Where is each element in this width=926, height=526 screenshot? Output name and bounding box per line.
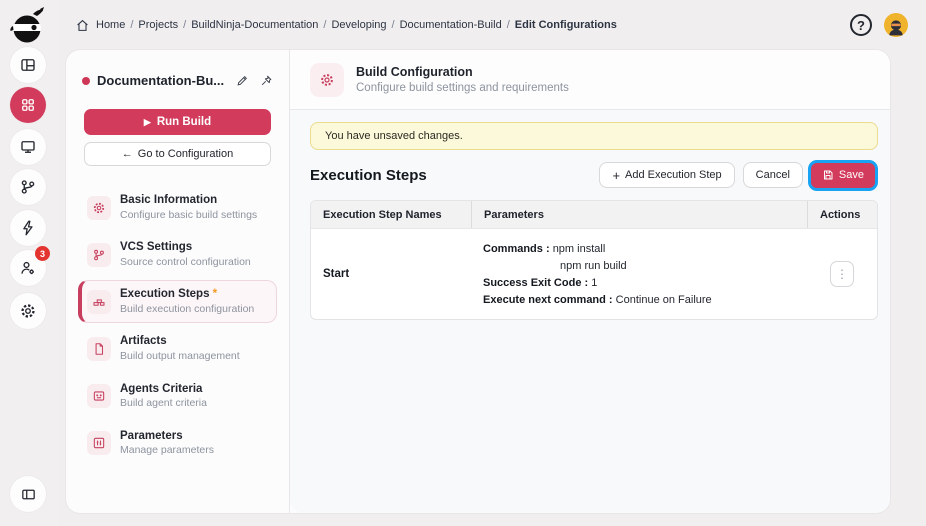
user-avatar[interactable] (884, 13, 908, 37)
git-branch-icon (87, 243, 111, 267)
main-body: You have unsaved changes. Execution Step… (290, 110, 890, 513)
save-button[interactable]: Save (811, 163, 875, 188)
param-commands-continued: npm run build (483, 258, 795, 275)
breadcrumb: Home / Projects / BuildNinja-Documentati… (76, 19, 617, 32)
left-arrow-icon: ← (122, 148, 133, 160)
nav-item-artifacts[interactable]: Artifacts Build output management (78, 327, 277, 370)
nav-subtitle: Build agent criteria (120, 397, 207, 411)
topbar-actions: ? (850, 13, 908, 37)
build-sidebar: Documentation-Bu... ▶ Run Build ← Go to … (66, 50, 290, 513)
breadcrumb-separator: / (323, 19, 326, 31)
home-icon (76, 19, 89, 32)
config-nav: Basic Information Configure basic build … (78, 186, 277, 465)
projects-grid-icon[interactable] (10, 87, 46, 123)
table-row: Start Commands : npm install npm run bui… (311, 228, 877, 319)
kebab-menu-button[interactable]: ⋮ (830, 261, 854, 287)
step-parameters: Commands : npm install npm run build Suc… (471, 229, 807, 319)
gear-icon (310, 63, 344, 97)
required-marker: * (213, 288, 217, 300)
build-configuration-header: Build Configuration Configure build sett… (290, 50, 890, 110)
nav-item-basic-information[interactable]: Basic Information Configure basic build … (78, 186, 277, 229)
actions-lightning-icon[interactable] (10, 210, 46, 246)
execution-steps-section-header: Execution Steps + Add Execution Step Can… (310, 162, 878, 188)
param-commands: Commands : npm install (483, 241, 795, 258)
project-header: Documentation-Bu... (78, 64, 277, 93)
breadcrumb-separator: / (183, 19, 186, 31)
column-parameters: Parameters (471, 201, 807, 228)
steps-icon (87, 290, 111, 314)
nav-subtitle: Build output management (120, 350, 240, 364)
nav-item-parameters[interactable]: Parameters Manage parameters (78, 422, 277, 465)
param-execute-next-command: Execute next command : Continue on Failu… (483, 292, 795, 309)
run-build-button[interactable]: ▶ Run Build (84, 109, 271, 135)
breadcrumb-separator: / (507, 19, 510, 31)
column-actions: Actions (807, 201, 877, 228)
add-execution-step-label: Add Execution Step (625, 169, 722, 181)
nav-subtitle: Source control configuration (120, 256, 251, 270)
page-title: Build Configuration (356, 65, 569, 79)
nav-title: Artifacts (120, 334, 240, 350)
nav-title: Parameters (120, 429, 214, 445)
plus-icon: + (612, 169, 620, 182)
breadcrumb-separator: / (392, 19, 395, 31)
nav-subtitle: Manage parameters (120, 444, 214, 458)
breadcrumb-home[interactable]: Home (96, 19, 125, 31)
agents-monitor-icon[interactable] (10, 129, 46, 165)
param-success-exit-code: Success Exit Code : 1 (483, 275, 795, 292)
notification-badge: 3 (35, 246, 50, 261)
dashboard-icon[interactable] (10, 47, 46, 83)
vcs-branch-icon[interactable] (10, 169, 46, 205)
save-icon (822, 169, 834, 181)
agent-face-icon (87, 384, 111, 408)
nav-subtitle: Build execution configuration (120, 303, 254, 317)
project-name: Documentation-Bu... (97, 73, 227, 88)
breadcrumb-build[interactable]: Documentation-Build (400, 19, 502, 31)
sliders-icon (87, 431, 111, 455)
users-settings-icon[interactable]: 3 (10, 250, 46, 286)
add-execution-step-button[interactable]: + Add Execution Step (599, 162, 734, 188)
content-sheet: Documentation-Bu... ▶ Run Build ← Go to … (66, 50, 890, 513)
help-icon[interactable]: ? (850, 14, 872, 36)
nav-title: Agents Criteria (120, 382, 207, 398)
nav-item-agents-criteria[interactable]: Agents Criteria Build agent criteria (78, 375, 277, 418)
top-bar: Home / Projects / BuildNinja-Documentati… (58, 0, 926, 50)
cancel-button[interactable]: Cancel (743, 162, 803, 188)
main-panel: Build Configuration Configure build sett… (290, 50, 890, 513)
save-label: Save (839, 169, 864, 181)
breadcrumb-projects[interactable]: Projects (138, 19, 178, 31)
play-icon: ▶ (144, 117, 151, 128)
page-subtitle: Configure build settings and requirement… (356, 82, 569, 94)
nav-title: VCS Settings (120, 240, 251, 256)
file-icon (87, 337, 111, 361)
nav-item-execution-steps[interactable]: Execution Steps * Build execution config… (78, 280, 277, 323)
status-dot (82, 77, 90, 85)
nav-item-vcs-settings[interactable]: VCS Settings Source control configuratio… (78, 233, 277, 276)
breadcrumb-subproject[interactable]: Developing (331, 19, 386, 31)
run-build-label: Run Build (157, 116, 211, 128)
nav-title: Execution Steps * (120, 287, 254, 303)
goto-configuration-label: Go to Configuration (138, 148, 233, 160)
table-header: Execution Step Names Parameters Actions (311, 201, 877, 228)
edit-pencil-icon[interactable] (234, 72, 251, 89)
execution-steps-table: Execution Step Names Parameters Actions … (310, 200, 878, 320)
nav-title: Basic Information (120, 193, 257, 209)
breadcrumb-separator: / (130, 19, 133, 31)
goto-configuration-button[interactable]: ← Go to Configuration (84, 142, 271, 166)
buildninja-logo[interactable] (7, 6, 49, 48)
step-actions: ⋮ (807, 229, 877, 319)
unsaved-changes-alert: You have unsaved changes. (310, 122, 878, 150)
column-step-names: Execution Step Names (311, 201, 471, 228)
pin-icon[interactable] (258, 72, 275, 89)
step-name: Start (311, 229, 471, 319)
icon-rail: 3 (0, 0, 58, 526)
settings-gear-icon[interactable] (10, 293, 46, 329)
breadcrumb-project[interactable]: BuildNinja-Documentation (191, 19, 318, 31)
collapse-sidebar-icon[interactable] (10, 476, 46, 512)
gear-icon (87, 196, 111, 220)
nav-subtitle: Configure basic build settings (120, 209, 257, 223)
section-title: Execution Steps (310, 167, 427, 184)
breadcrumb-current: Edit Configurations (515, 19, 617, 31)
